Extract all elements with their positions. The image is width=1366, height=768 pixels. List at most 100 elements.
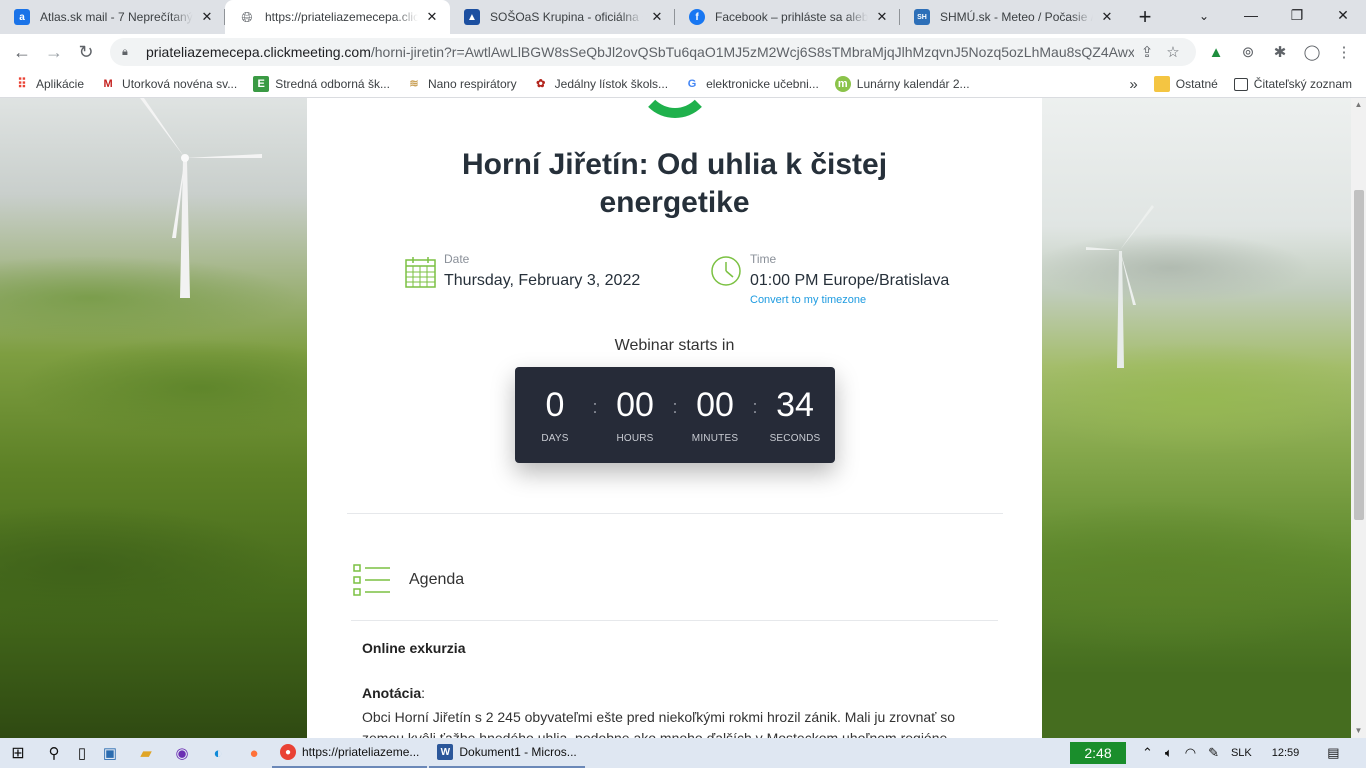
google-icon: G (687, 77, 697, 90)
reading-list-button[interactable]: Čitateľský zoznam (1226, 70, 1360, 98)
agenda-header: Agenda (353, 564, 464, 596)
share-icon[interactable]: ⇪ (1134, 43, 1160, 61)
bookmark-label: Aplikácie (36, 76, 85, 91)
countdown-minutes-value: 00 (696, 386, 734, 424)
maximize-icon[interactable]: ❐ (1274, 0, 1320, 30)
time-value: 01:00 PM Europe/Bratislava (750, 272, 950, 289)
wifi-icon[interactable]: ◠ (1179, 745, 1202, 761)
bookmark-label: elektronicke učebni... (706, 76, 819, 91)
tab-facebook[interactable]: f Facebook – prihláste sa alebo ✕ (675, 0, 900, 34)
puzzle-extensions-icon[interactable]: ✱ (1266, 38, 1294, 66)
tab-atlas-mail[interactable]: a Atlas.sk mail - 7 Neprečítaných ✕ (0, 0, 225, 34)
close-tab-icon[interactable]: ✕ (199, 9, 215, 25)
page-scrollbar[interactable]: ▲ ▼ (1351, 98, 1366, 738)
scroll-up-arrow-icon[interactable]: ▲ (1351, 98, 1366, 112)
task-view-icon[interactable]: ▯ (72, 738, 92, 768)
tab-title: SOŠOaS Krupina - oficiálna stránka (490, 10, 643, 24)
profile-avatar-icon[interactable]: ◯ (1298, 38, 1326, 66)
address-bar[interactable]: 🔒︎ priateliazemecepa.clickmeeting.com/ho… (110, 38, 1196, 66)
taskbar-app-word[interactable]: W Dokument1 - Micros... (429, 738, 585, 768)
anotacia-heading: Anotácia: (362, 685, 426, 701)
bookmark-elektronicke-ucebnice[interactable]: G elektronicke učebni... (676, 70, 827, 98)
bookmarks-overflow-button[interactable]: » (1121, 70, 1145, 98)
bookmark-label: Stredná odborná šk... (275, 76, 390, 91)
grammar-extension-icon[interactable]: ⊚ (1234, 38, 1262, 66)
bookmark-jedalny-listok[interactable]: ✿ Jedálny lístok škols... (525, 70, 676, 98)
close-tab-icon[interactable]: ✕ (649, 9, 665, 25)
gmail-icon: M (103, 77, 113, 90)
close-tab-icon[interactable]: ✕ (874, 9, 890, 25)
browser-toolbar: ← → ↻ 🔒︎ priateliazemecepa.clickmeeting.… (0, 34, 1366, 70)
bookmark-stredna-odborna[interactable]: E Stredná odborná šk... (245, 70, 398, 98)
list-icon (353, 564, 390, 596)
countdown-seconds-label: SECONDS (769, 433, 821, 444)
wind-turbine-right-image (1086, 205, 1154, 368)
countdown-days-label: DAYS (541, 433, 569, 444)
close-tab-icon[interactable]: ✕ (1099, 9, 1115, 25)
title-line-1: Horní Jiřetín: Od uhlia k čistej (461, 148, 888, 181)
new-tab-button[interactable]: + (1131, 3, 1159, 31)
volume-icon[interactable]: 🔈︎ (1159, 745, 1179, 761)
extensions-area: ▲ ⊚ ✱ ◯ ⋮ (1202, 38, 1358, 66)
menu-kebab-icon[interactable]: ⋮ (1330, 38, 1358, 66)
firefox-icon[interactable]: ● (236, 738, 272, 768)
agenda-label: Agenda (409, 571, 465, 588)
bookmark-novena[interactable]: M Utorková novéna sv... (92, 70, 245, 98)
notifications-icon[interactable]: ▤ (1321, 745, 1345, 761)
back-arrow-icon[interactable]: ← (6, 38, 38, 66)
browser-tab-strip: a Atlas.sk mail - 7 Neprečítaných ✕ 🌐︎ h… (0, 0, 1366, 34)
chevron-up-icon[interactable]: ⌃ (1136, 745, 1159, 761)
clickmeeting-logo-icon (637, 98, 713, 118)
pen-icon[interactable]: ✎ (1202, 745, 1225, 761)
language-indicator[interactable]: SLK (1225, 747, 1258, 759)
windows-start-icon[interactable]: ⊞ (0, 738, 36, 768)
convert-timezone-link[interactable]: Convert to my timezone (750, 294, 866, 306)
url-text[interactable]: priateliazemecepa.clickmeeting.com/horni… (146, 44, 1134, 60)
battery-time-badge[interactable]: 2:48 (1070, 742, 1126, 764)
google-drive-icon[interactable]: ▲ (1202, 38, 1230, 66)
close-tab-icon[interactable]: ✕ (424, 9, 440, 25)
countdown-timer: 0 DAYS : 00 HOURS : 00 MINUTES : 34 SECO… (515, 367, 835, 463)
reading-list-icon (1233, 77, 1248, 91)
edge-icon[interactable]: ◐ (200, 738, 236, 768)
scrollbar-thumb[interactable] (1354, 190, 1364, 520)
taskbar-app-chrome[interactable]: ● https://priateliazeme... (272, 738, 428, 768)
time-label: Time (750, 252, 777, 266)
lock-icon[interactable]: 🔒︎ (122, 46, 136, 59)
clock[interactable]: 12:59 (1266, 747, 1306, 759)
countdown-minutes-label: MINUTES (691, 433, 739, 444)
reload-icon[interactable]: ↻ (70, 38, 102, 66)
bookmark-folder-ostatne[interactable]: Ostatné (1146, 70, 1226, 98)
chrome-icon: ● (280, 744, 296, 760)
store-icon[interactable]: ▣ (92, 738, 128, 768)
minimize-icon[interactable]: — (1228, 0, 1274, 30)
bookmark-lunarny-kalendar[interactable]: m Lunárny kalendár 2... (827, 70, 978, 98)
countdown-hours: 00 HOURS (595, 367, 675, 463)
bookmark-nano-respiratory[interactable]: ≋ Nano respirátory (398, 70, 525, 98)
tab-sosoas[interactable]: ▲ SOŠOaS Krupina - oficiálna stránka ✕ (450, 0, 675, 34)
bookmark-apps[interactable]: ⠿ Aplikácie (0, 70, 92, 98)
bookmark-star-icon[interactable]: ☆ (1160, 43, 1186, 61)
anotacia-paragraph: Obci Horní Jiřetín s 2 245 obyvateľmi eš… (362, 709, 956, 738)
tab-search-icon[interactable]: ⌄ (1192, 4, 1216, 28)
search-icon[interactable]: ⚲ (36, 738, 72, 768)
file-explorer-icon[interactable]: ▰ (128, 738, 164, 768)
taskbar-app-label: Dokument1 - Micros... (459, 745, 577, 759)
windows-taskbar: ⊞ ⚲ ▯ ▣ ▰ ◉ ◐ ● ● https://priateliazeme.… (0, 738, 1366, 768)
forward-arrow-icon[interactable]: → (38, 38, 70, 66)
tab-shmu[interactable]: SH SHMÚ.sk - Meteo / Počasie / ✕ (900, 0, 1125, 34)
countdown-days-value: 0 (545, 386, 565, 424)
globe-icon: 🌐︎ (241, 8, 253, 25)
scroll-down-arrow-icon[interactable]: ▼ (1351, 724, 1366, 738)
facebook-icon: f (689, 9, 705, 25)
food-icon: ✿ (536, 78, 546, 90)
reading-list-label: Čitateľský zoznam (1253, 77, 1352, 91)
agenda-subtitle: Online exkurzia (362, 640, 466, 656)
close-window-icon[interactable]: ✕ (1320, 0, 1366, 30)
divider (347, 513, 1003, 514)
window-controls: — ❐ ✕ (1228, 0, 1366, 30)
mask-icon: ≋ (409, 78, 419, 90)
tab-clickmeeting[interactable]: 🌐︎ https://priateliazemecepa.clickmeetin… (225, 0, 450, 34)
date-value: Thursday, February 3, 2022 (444, 272, 641, 289)
app-purple-icon[interactable]: ◉ (164, 738, 200, 768)
